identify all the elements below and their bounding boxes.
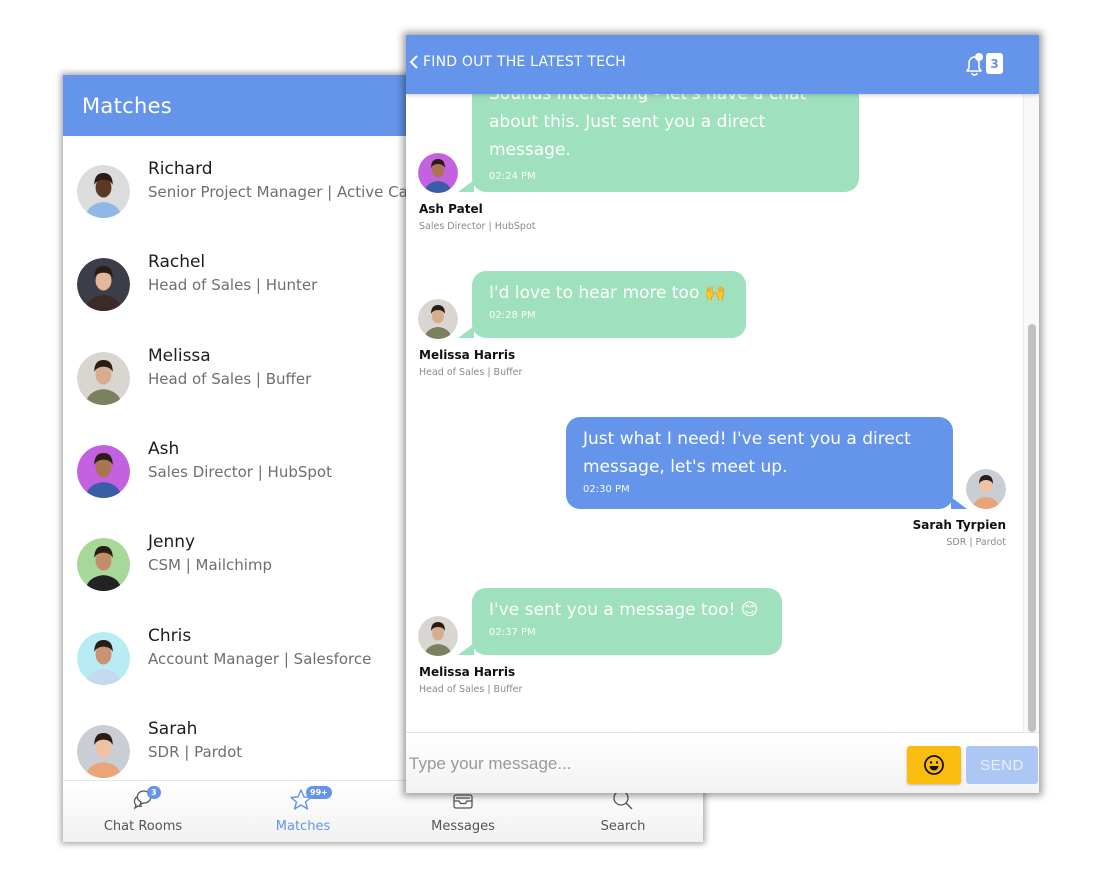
tab-chat-rooms[interactable]: 3 Chat Rooms xyxy=(63,781,223,842)
match-name: Rachel xyxy=(148,252,206,273)
match-name: Richard xyxy=(148,159,213,179)
avatar xyxy=(77,351,130,405)
bell-icon xyxy=(966,53,983,76)
avatar xyxy=(418,299,458,339)
avatar xyxy=(966,469,1006,509)
match-subtitle: Head of Sales | Hunter xyxy=(148,276,318,295)
page-title: Matches xyxy=(82,93,173,118)
chevron-left-icon xyxy=(409,55,418,69)
match-name: Chris xyxy=(148,625,192,646)
message-time: 02:24 PM xyxy=(489,171,536,182)
avatar-photo xyxy=(77,258,130,312)
sender-role: Sales Director | HubSpot xyxy=(419,221,536,232)
scrollbar[interactable] xyxy=(1023,94,1039,732)
avatar xyxy=(77,258,130,312)
message-time: 02:37 PM xyxy=(489,627,536,638)
send-button[interactable]: SEND xyxy=(966,746,1038,784)
match-subtitle: Head of Sales | Buffer xyxy=(148,369,312,388)
matches-badge: 99+ xyxy=(306,786,332,799)
chat-rooms-badge: 3 xyxy=(147,786,161,799)
avatar-photo xyxy=(418,616,458,656)
message-bubble: Just what I need! I've sent you a direct… xyxy=(566,417,953,509)
message-text-line: about this. Just sent you a direct xyxy=(489,112,766,132)
smiley-icon xyxy=(924,755,944,775)
avatar-photo xyxy=(77,165,130,218)
message-composer: SEND xyxy=(406,732,1039,793)
avatar xyxy=(418,616,458,656)
tab-label: Messages xyxy=(431,819,495,834)
avatar xyxy=(77,538,130,592)
message-bubble: I'd love to hear more too 🙌 02:28 PM xyxy=(472,271,746,338)
match-subtitle: SDR | Pardot xyxy=(148,742,243,761)
notifications-button[interactable]: 3 xyxy=(963,52,1007,78)
avatar-photo xyxy=(418,299,458,339)
avatar xyxy=(77,631,130,685)
match-name: Sarah xyxy=(148,718,198,739)
avatar xyxy=(418,153,458,193)
chat-room-title: FIND OUT THE LATEST TECH xyxy=(423,54,626,70)
chat-message-area[interactable]: Sounds interesting - let's have a chat a… xyxy=(406,35,1039,732)
avatar-photo xyxy=(77,351,130,405)
bubble-tail xyxy=(458,326,474,338)
chat-header: FIND OUT THE LATEST TECH 3 xyxy=(406,35,1039,94)
message-text-line: Just what I need! I've sent you a direct xyxy=(583,429,911,449)
tab-label: Search xyxy=(600,819,646,834)
tab-label: Chat Rooms xyxy=(103,819,183,834)
message-text: I've sent you a message too! 😊 xyxy=(489,600,759,620)
avatar-photo xyxy=(77,724,130,778)
avatar-photo xyxy=(77,631,130,685)
avatar-photo xyxy=(77,444,130,498)
message-text-line: message. xyxy=(489,140,571,160)
avatar xyxy=(77,724,130,778)
message-text-line: message, let's meet up. xyxy=(583,457,788,477)
tab-matches[interactable]: 99+ Matches xyxy=(223,781,383,842)
avatar-photo xyxy=(966,469,1006,509)
match-subtitle: Sales Director | HubSpot xyxy=(148,462,332,481)
sender-name: Sarah Tyrpien xyxy=(912,518,1006,532)
tab-label: Matches xyxy=(275,819,331,834)
avatar xyxy=(77,444,130,498)
message-input[interactable] xyxy=(409,750,889,778)
back-button[interactable]: FIND OUT THE LATEST TECH xyxy=(409,54,626,70)
bubble-tail xyxy=(458,643,474,655)
sender-role: Head of Sales | Buffer xyxy=(419,684,523,695)
emoji-button[interactable] xyxy=(907,746,961,784)
bubble-tail xyxy=(458,180,474,192)
sender-name: Melissa Harris xyxy=(419,348,516,362)
notification-count-badge: 3 xyxy=(986,53,1003,74)
scrollbar-thumb[interactable] xyxy=(1028,323,1036,732)
match-name: Jenny xyxy=(148,532,196,553)
sender-name: Melissa Harris xyxy=(419,665,516,679)
match-name: Melissa xyxy=(148,345,211,366)
match-subtitle: CSM | Mailchimp xyxy=(148,556,273,575)
sender-role: Head of Sales | Buffer xyxy=(419,367,523,378)
message-time: 02:28 PM xyxy=(489,310,536,321)
chat-panel: Sounds interesting - let's have a chat a… xyxy=(406,35,1039,793)
bubble-tail xyxy=(951,497,967,509)
match-subtitle: Account Manager | Salesforce xyxy=(148,649,372,668)
message-bubble: I've sent you a message too! 😊 02:37 PM xyxy=(472,588,782,655)
sender-role: SDR | Pardot xyxy=(946,537,1006,548)
message-text: I'd love to hear more too 🙌 xyxy=(489,283,726,303)
sender-name: Ash Patel xyxy=(419,202,483,216)
match-name: Ash xyxy=(148,438,180,459)
avatar-photo xyxy=(77,538,130,592)
avatar xyxy=(77,165,130,218)
message-time: 02:30 PM xyxy=(583,484,630,495)
avatar-photo xyxy=(418,153,458,193)
